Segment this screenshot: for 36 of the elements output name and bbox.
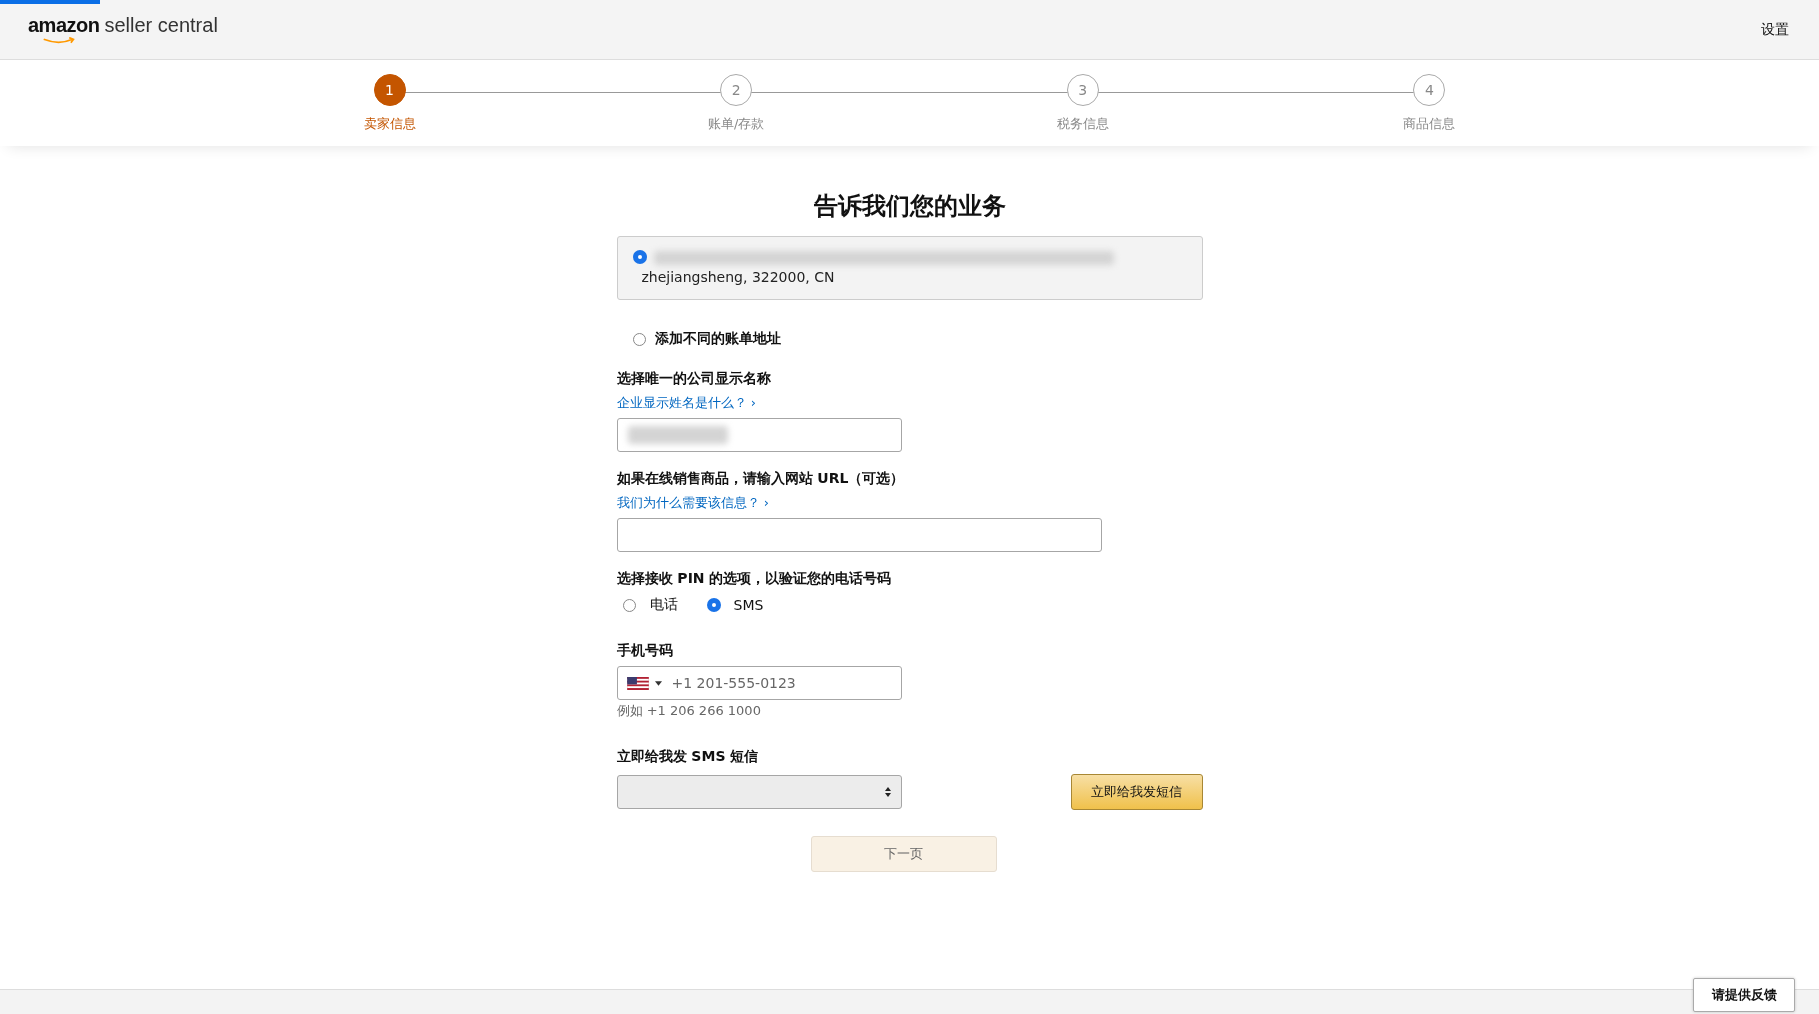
help-link[interactable]: 企业显示姓名是什么？ › xyxy=(616,394,756,412)
dropdown[interactable] xyxy=(616,775,902,809)
help-link[interactable]: 我们为什么需要该信息？ › xyxy=(616,494,769,512)
field-label: 手机号码 xyxy=(616,642,673,660)
step-label: 税务信息 xyxy=(1056,115,1109,133)
phone-field[interactable]: +1 201-555-0123 xyxy=(616,666,902,700)
input-field[interactable] xyxy=(616,418,902,452)
send-sms-button[interactable]: 立即给我发短信 xyxy=(1070,774,1203,810)
address-text: zhejiangsheng, 322000, CN xyxy=(641,269,836,285)
step-label: 账单/存款 xyxy=(707,115,765,133)
step-circle: 1 xyxy=(373,74,406,106)
field-label: 如果在线销售商品，请输入网站 URL（可选） xyxy=(616,470,905,488)
radio-button[interactable] xyxy=(707,599,720,611)
step-circle: 3 xyxy=(1066,74,1099,106)
radio-label: 电话 xyxy=(649,596,678,614)
step-label: 商品信息 xyxy=(1403,115,1456,133)
step-circle: 2 xyxy=(720,74,753,106)
radio-label: 添加不同的账单地址 xyxy=(654,330,781,348)
radio-button[interactable] xyxy=(633,251,646,263)
page-title: 告诉我们您的业务 xyxy=(813,191,1006,222)
caret-icon[interactable] xyxy=(654,680,662,686)
field-label: 选择接收 PIN 的选项，以验证您的电话号码 xyxy=(616,570,892,588)
radio-button[interactable] xyxy=(632,332,646,346)
step-circle: 4 xyxy=(1413,74,1446,106)
input-field[interactable] xyxy=(616,518,1102,552)
field-label: 选择唯一的公司显示名称 xyxy=(616,370,771,388)
logo[interactable]: amazon seller central xyxy=(28,14,218,45)
step-label: 卖家信息 xyxy=(363,115,416,133)
hint-text: 例如 +1 206 266 1000 xyxy=(616,702,761,720)
radio-button[interactable] xyxy=(622,598,636,612)
updown-icon xyxy=(884,787,891,797)
radio-label: SMS xyxy=(733,597,764,613)
field-label: 立即给我发 SMS 短信 xyxy=(616,748,759,766)
address-card[interactable]: zhejiangsheng, 322000, CN xyxy=(616,236,1203,300)
feedback-button[interactable]: 请提供反馈 xyxy=(1693,978,1795,1012)
settings-link[interactable]: 设置 xyxy=(1761,20,1789,39)
